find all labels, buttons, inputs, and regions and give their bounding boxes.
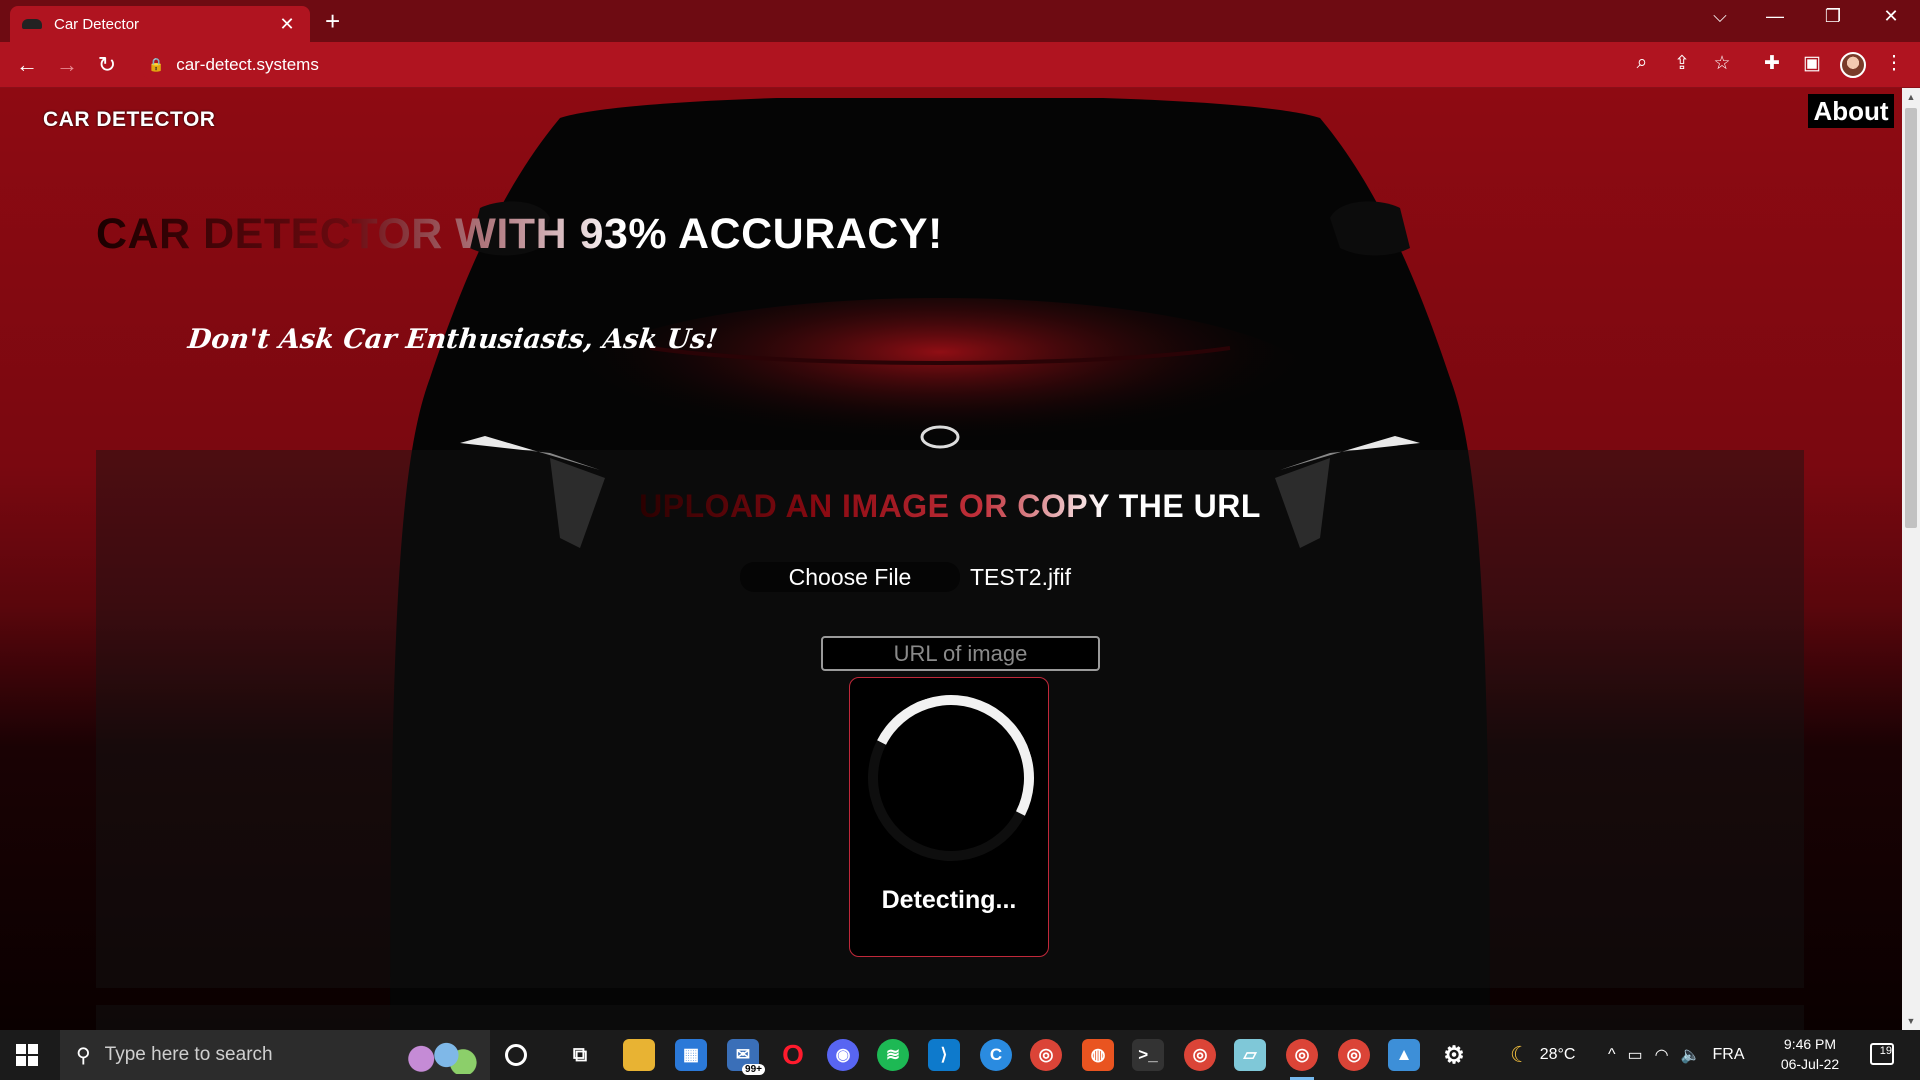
file-explorer-icon[interactable] [623, 1039, 655, 1071]
battery-icon[interactable]: ▭ [1628, 1045, 1643, 1065]
tab-title: Car Detector [54, 15, 140, 33]
chrome-icon[interactable]: ◎ [1030, 1039, 1062, 1071]
system-tray: ^ ▭ ◠ 🔈 FRA [1608, 1030, 1745, 1080]
image-url-input[interactable] [821, 636, 1100, 671]
tab-search-icon[interactable]: ⌵ [1695, 6, 1745, 27]
search-icon: ⚲ [76, 1044, 91, 1067]
chrome-second-profile-icon[interactable]: ◎ [1338, 1039, 1370, 1071]
tray-chevron-icon[interactable]: ^ [1608, 1046, 1616, 1064]
page-scrollbar[interactable]: ▲ ▼ [1902, 88, 1920, 1030]
close-window-button[interactable]: ✕ [1866, 6, 1916, 27]
wifi-icon[interactable]: ◠ [1655, 1045, 1669, 1065]
cursor-app-icon[interactable]: C [980, 1039, 1012, 1071]
tab-close-icon[interactable]: ✕ [276, 14, 298, 35]
web-page: CAR DETECTOR About CAR DETECTOR WITH 93%… [0, 88, 1902, 1030]
cortana-icon[interactable] [505, 1044, 527, 1066]
weather-moon-icon: ☾ [1510, 1042, 1530, 1067]
mail-badge: 99+ [742, 1064, 765, 1075]
vscode-icon[interactable]: ⟩ [928, 1039, 960, 1071]
upload-heading: UPLOAD AN IMAGE OR COPY THE URL [96, 488, 1804, 525]
scrollbar-thumb[interactable] [1905, 108, 1917, 528]
share-icon[interactable]: ⇪ [1668, 52, 1696, 75]
browser-tab[interactable]: Car Detector ✕ [10, 6, 310, 42]
notes-app-icon[interactable]: ▱ [1234, 1039, 1266, 1071]
task-view-icon[interactable]: ⧉ [564, 1039, 596, 1071]
detecting-status-text: Detecting... [881, 886, 1017, 914]
clock-time: 9:46 PM [1783, 1036, 1837, 1052]
chrome-active-icon[interactable]: ◎ [1286, 1039, 1318, 1080]
extensions-puzzle-icon[interactable]: ✚ [1758, 52, 1786, 75]
side-panel-icon[interactable]: ▣ [1798, 52, 1826, 75]
language-indicator[interactable]: FRA [1713, 1046, 1745, 1064]
upload-panel: UPLOAD AN IMAGE OR COPY THE URL Choose F… [96, 450, 1804, 988]
browser-tabstrip: Car Detector ✕ + ⌵ — ❐ ✕ [0, 0, 1920, 42]
bookmark-star-icon[interactable]: ☆ [1708, 52, 1736, 75]
back-arrow-icon[interactable]: ← [12, 52, 42, 78]
selected-file-name: TEST2.jfif [970, 563, 1071, 590]
browser-toolbar: ← → ↻ 🔒 car-detect.systems ⌕ ⇪ ☆ ✚ ▣ ⋮ [0, 42, 1920, 88]
about-nav-link[interactable]: About [1808, 94, 1894, 128]
settings-gear-icon[interactable]: ⚙ [1438, 1039, 1470, 1071]
volume-icon[interactable]: 🔈 [1681, 1045, 1701, 1065]
taskbar-search-box[interactable]: ⚲ Type here to search [60, 1030, 490, 1080]
spotify-icon[interactable]: ≋ [877, 1039, 909, 1071]
search-placeholder: Type here to search [104, 1044, 273, 1065]
restore-button[interactable]: ❐ [1808, 6, 1858, 27]
photos-icon[interactable]: ▲ [1388, 1039, 1420, 1071]
menu-kebab-icon[interactable]: ⋮ [1880, 52, 1908, 75]
ubuntu-icon[interactable]: ◍ [1082, 1039, 1114, 1071]
results-panel [96, 1005, 1804, 1030]
opera-icon[interactable]: O [777, 1039, 809, 1071]
url-text: car-detect.systems [176, 55, 319, 74]
site-logo[interactable]: CAR DETECTOR [43, 108, 215, 132]
loading-spinner-icon [846, 673, 1056, 883]
taskbar-clock[interactable]: 9:46 PM 06-Jul-22 [1770, 1034, 1850, 1074]
detection-status-card: Detecting... [846, 673, 1056, 957]
file-input: Choose File TEST2.jfif [740, 562, 1071, 592]
clock-date: 06-Jul-22 [1780, 1056, 1840, 1072]
upload-heading-text: UPLOAD AN IMAGE OR COPY THE URL [639, 488, 1261, 524]
weather-temp: 28°C [1539, 1046, 1576, 1063]
car-favicon-icon [22, 19, 42, 29]
new-tab-button[interactable]: + [325, 8, 340, 34]
zoom-icon[interactable]: ⌕ [1628, 52, 1656, 74]
address-bar[interactable]: 🔒 car-detect.systems [140, 49, 1670, 81]
search-highlight-art-icon [396, 1036, 480, 1074]
hero-title: CAR DETECTOR WITH 93% ACCURACY! [96, 210, 943, 258]
minimize-button[interactable]: — [1750, 6, 1800, 27]
windows-start-icon[interactable] [16, 1044, 38, 1066]
windows-taskbar: ⚲ Type here to search ⧉ ▦ ✉ 99+ O ◉ ≋ ⟩ C… [0, 1030, 1920, 1080]
weather-widget[interactable]: ☾ 28°C [1510, 1030, 1575, 1080]
profile-avatar[interactable] [1840, 52, 1866, 78]
microsoft-store-icon[interactable]: ▦ [675, 1039, 707, 1071]
lock-icon: 🔒 [148, 57, 165, 72]
mail-icon[interactable]: ✉ 99+ [727, 1039, 765, 1075]
scroll-down-arrow-icon[interactable]: ▼ [1902, 1012, 1920, 1030]
terminal-icon[interactable]: >_ [1132, 1039, 1164, 1071]
discord-icon[interactable]: ◉ [827, 1039, 859, 1071]
scroll-up-arrow-icon[interactable]: ▲ [1902, 88, 1920, 106]
notification-center-icon[interactable]: 19 [1870, 1043, 1894, 1065]
choose-file-button[interactable]: Choose File [740, 562, 960, 592]
reload-icon[interactable]: ↻ [92, 52, 122, 78]
forward-arrow-icon[interactable]: → [52, 52, 82, 78]
tagline: Don't Ask Car Enthusiasts, Ask Us! [186, 324, 720, 355]
chrome-profile-icon[interactable]: ◎ [1184, 1039, 1216, 1071]
notification-count: 19 [1879, 1045, 1892, 1057]
